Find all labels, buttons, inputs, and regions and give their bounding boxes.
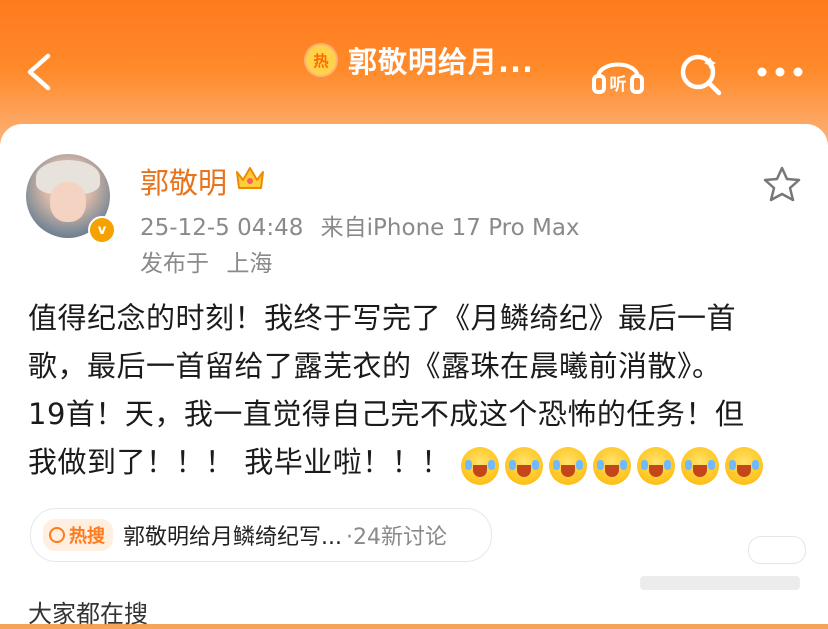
post-timestamp: 25-12-5 04:48 [140,215,304,241]
crown-icon [236,167,264,189]
laugh-cry-emoji-icon [592,447,631,485]
avatar-face [50,182,86,222]
hot-search-badge: 热搜 [43,519,113,551]
post-content: 值得纪念的时刻！我终于写完了《月鳞绮纪》最后一首 歌，最后一首留给了露芜衣的《露… [28,294,803,488]
topic-text: 郭敬明给月鳞绮纪写... [123,525,342,550]
post-location: 发布于 上海 [140,244,272,278]
content-line: 值得纪念的时刻！我终于写完了《月鳞绮纪》最后一首 [28,301,737,335]
laugh-cry-emoji-icon [636,447,675,485]
emoji-row [460,440,769,488]
page-title: 郭敬明给月... [348,45,535,79]
content-line: 我做到了！！！ 我毕业啦！！！ [28,445,451,479]
content-line: 歌，最后一首留给了露芜衣的《露珠在晨曦前消散》。 [28,349,722,383]
hot-search-label: 热搜 [69,526,105,547]
search-icon[interactable] [672,48,728,100]
trending-topic-pill[interactable]: 热搜 郭敬明给月鳞绮纪写... ·24新讨论 [30,508,492,562]
hot-badge: 热 [306,45,336,75]
laugh-cry-emoji-icon [680,447,719,485]
topic-count: ·24新讨论 [345,525,447,550]
watermark-bar [640,576,800,590]
top-bar: 热 郭敬明给月... 听 [0,0,828,140]
username[interactable]: 郭敬明 [140,160,227,202]
content-line-last: 我做到了！！！ 我毕业啦！！！ [28,438,803,488]
more-icon[interactable] [752,48,808,100]
laugh-cry-emoji-icon [460,447,499,485]
post-meta: 25-12-5 04:48 来自iPhone 17 Pro Max [140,208,580,242]
post-source: 来自iPhone 17 Pro Max [320,215,580,241]
post-card: v 郭敬明 25-12-5 04:48 来自iPhone 17 Pro Max … [0,124,828,628]
listen-label: 听 [610,74,627,95]
laugh-cry-emoji-icon [504,447,543,485]
watermark-badge [748,536,806,564]
header-title-group[interactable]: 热 郭敬明给月... [306,38,534,82]
location-prefix: 发布于 [140,251,209,277]
content-line: 19首！天，我一直觉得自己完不成这个恐怖的任务！但 [28,397,745,431]
back-arrow-icon[interactable] [20,50,60,94]
listen-icon[interactable]: 听 [590,48,646,100]
location-value: 上海 [226,251,273,277]
laugh-cry-emoji-icon [548,447,587,485]
favorite-star-icon[interactable] [760,164,804,204]
search-small-icon [49,527,65,543]
laugh-cry-emoji-icon [724,447,763,485]
verified-badge-icon: v [88,216,116,244]
